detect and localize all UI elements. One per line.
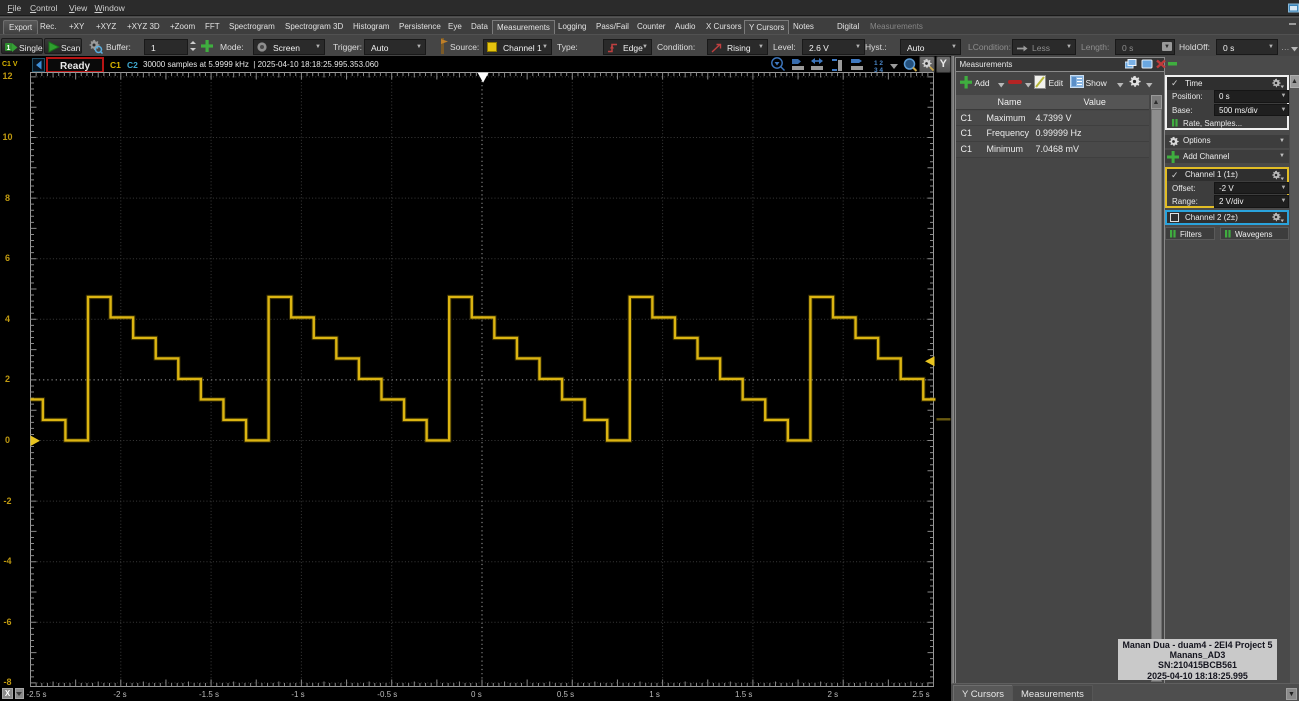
svg-text:1: 1 <box>7 45 11 52</box>
